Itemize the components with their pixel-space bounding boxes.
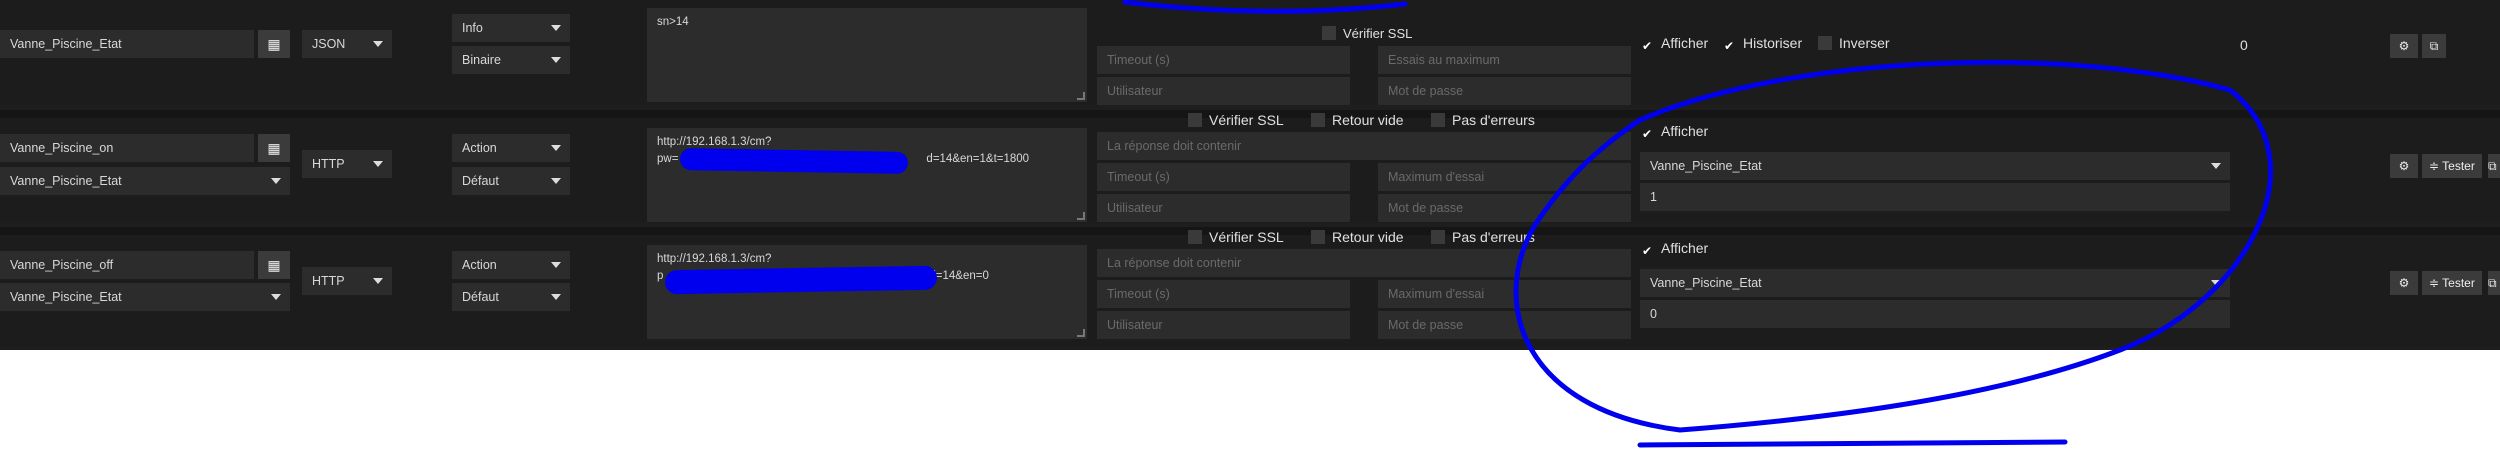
annotation-stroke-top xyxy=(1122,0,1408,14)
annotation-circle xyxy=(1513,59,2273,433)
annotation-underline xyxy=(1637,439,2068,448)
annotation-overlay xyxy=(1122,0,2273,448)
